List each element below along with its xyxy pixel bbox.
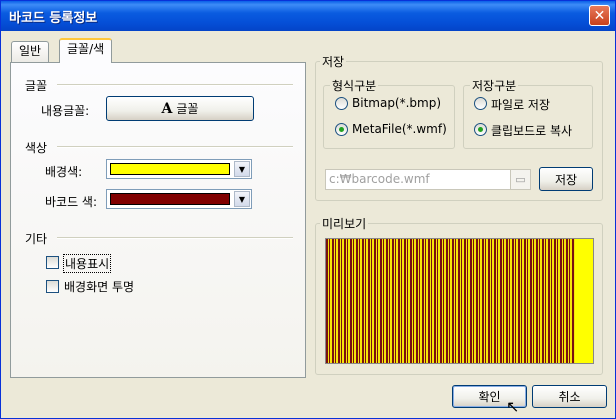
chevron-down-icon[interactable]: ▼ <box>234 191 250 207</box>
bitmap-label[interactable]: Bitmap(*.bmp) <box>352 96 441 110</box>
background-color-picker[interactable]: ▼ <box>106 159 252 179</box>
save-section-title: 저장 <box>320 53 347 70</box>
color-section-title: 색상 <box>25 141 48 155</box>
window-title: 바코드 등록정보 <box>9 11 98 26</box>
barcode-color-label: 바코드 색: <box>45 195 98 209</box>
metafile-label[interactable]: MetaFile(*.wmf) <box>352 122 447 136</box>
save-to-file-radio[interactable] <box>474 97 487 110</box>
mouse-cursor-icon: ↖ <box>506 397 520 416</box>
close-button[interactable]: ✕ <box>589 5 610 26</box>
title-bar[interactable]: 바코드 등록정보 ✕ <box>1 1 615 31</box>
show-content-checkbox[interactable] <box>46 256 59 269</box>
transparent-bg-checkbox[interactable] <box>46 280 59 293</box>
font-button-label: 글꼴 <box>176 102 199 116</box>
save-path-value: c:₩barcode.wmf <box>329 172 430 186</box>
transparent-bg-label[interactable]: 배경화면 투명 <box>64 278 134 295</box>
copy-to-clipboard-label[interactable]: 클립보드로 복사 <box>491 122 572 139</box>
save-button-label: 저장 <box>554 172 578 187</box>
font-button[interactable]: A 글꼴 <box>106 96 254 121</box>
ok-button-label: 확인 <box>478 390 501 404</box>
barcode-preview <box>325 238 594 364</box>
show-content-label[interactable]: 내용표시 <box>63 254 112 273</box>
save-to-file-label[interactable]: 파일로 저장 <box>491 96 550 113</box>
tab-general[interactable]: 일반 <box>11 41 50 62</box>
cancel-button-label: 취소 <box>558 390 581 404</box>
color-divider <box>57 146 293 148</box>
tab-general-label: 일반 <box>19 44 42 58</box>
etc-divider <box>57 237 293 239</box>
background-color-swatch <box>110 163 230 175</box>
barcode-bars <box>326 239 575 363</box>
bitmap-radio[interactable] <box>335 97 348 110</box>
format-group <box>323 85 455 149</box>
tab-panel-font-color: 글꼴 내용글꼴: A 글꼴 색상 배경색: ▼ 바코드 색: ▼ 기타 내용표시… <box>10 62 306 378</box>
save-button[interactable]: 저장 <box>539 167 593 191</box>
tab-font-color-label: 글꼴/색 <box>67 42 105 56</box>
barcode-background <box>575 239 593 363</box>
preview-section-title: 미리보기 <box>320 215 369 232</box>
barcode-properties-dialog: 바코드 등록정보 ✕ 일반 글꼴/색 글꼴 내용글꼴: A 글꼴 색상 배경색:… <box>0 0 616 419</box>
chevron-down-icon[interactable]: ▼ <box>234 161 250 177</box>
font-divider <box>57 84 293 86</box>
format-group-title: 형식구분 <box>330 77 379 94</box>
save-path-input[interactable]: c:₩barcode.wmf ▭ <box>325 169 531 190</box>
metafile-radio[interactable] <box>335 123 348 136</box>
save-mode-group-title: 저장구분 <box>470 77 519 94</box>
tab-font-color[interactable]: 글꼴/색 <box>59 38 113 63</box>
background-color-label: 배경색: <box>45 165 83 179</box>
etc-section-title: 기타 <box>25 232 48 246</box>
content-font-label: 내용글꼴: <box>41 104 90 118</box>
barcode-color-swatch <box>110 193 230 205</box>
barcode-color-picker[interactable]: ▼ <box>106 189 252 209</box>
copy-to-clipboard-radio[interactable] <box>474 123 487 136</box>
folder-icon[interactable]: ▭ <box>510 170 530 189</box>
cancel-button[interactable]: 취소 <box>532 385 607 408</box>
font-icon: A <box>161 100 173 117</box>
font-section-title: 글꼴 <box>25 79 48 93</box>
save-mode-group <box>463 85 593 149</box>
close-icon: ✕ <box>593 7 606 24</box>
